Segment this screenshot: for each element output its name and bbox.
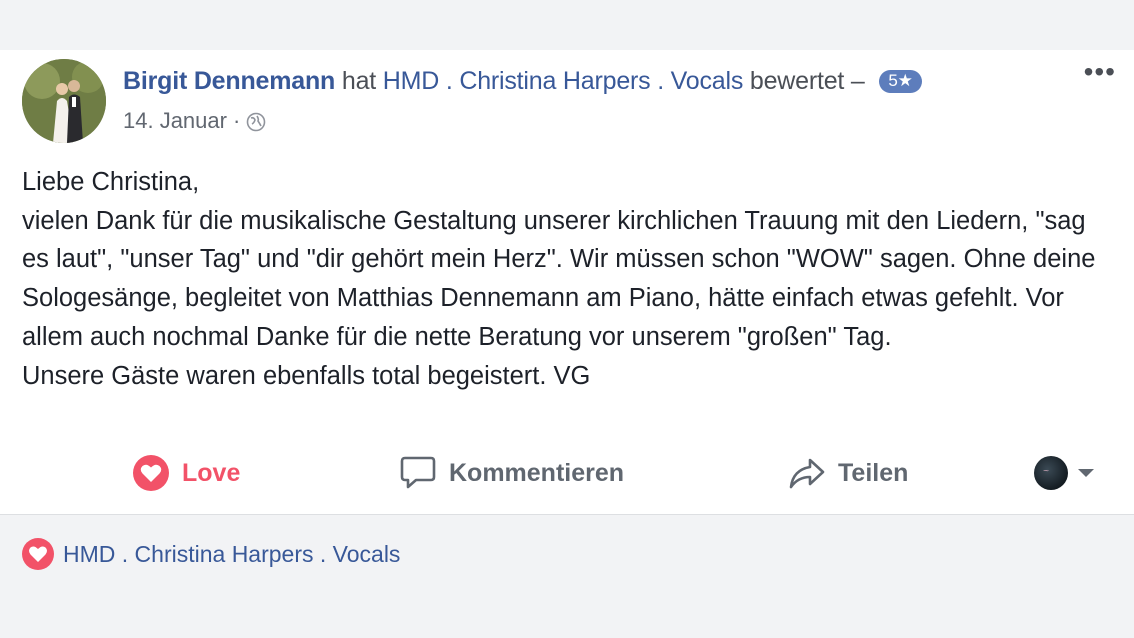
wedding-photo-icon (22, 59, 106, 143)
heart-icon (133, 455, 169, 491)
body-paragraph: vielen Dank für die musikalische Gestalt… (22, 206, 1096, 351)
reactions-summary: HMD . Christina Harpers . Vocals (22, 538, 400, 570)
comment-button[interactable]: Kommentieren (399, 447, 624, 499)
love-button[interactable]: Love (132, 447, 240, 499)
author-name-link[interactable]: Birgit Dennemann (123, 67, 335, 95)
more-options-icon[interactable]: ••• (1084, 58, 1116, 86)
action-bar: Love Kommentieren Teilen ~ (0, 447, 1134, 499)
comment-label: Kommentieren (449, 458, 625, 487)
review-post-card: Birgit Dennemann hat HMD . Christina Har… (0, 50, 1134, 515)
comment-bubble-icon (400, 456, 436, 489)
top-background (0, 0, 1134, 50)
share-button[interactable]: Teilen (788, 447, 908, 499)
post-meta: 14. Januar · (123, 107, 266, 135)
post-as-selector[interactable]: ~ (1034, 456, 1094, 490)
share-label: Teilen (838, 458, 909, 487)
body-closing: Unsere Gäste waren ebenfalls total begei… (22, 361, 591, 390)
page-name-link[interactable]: HMD . Christina Harpers . Vocals (383, 67, 744, 95)
author-avatar[interactable] (22, 59, 106, 143)
post-header: Birgit Dennemann hat HMD . Christina Har… (123, 64, 922, 98)
chevron-down-icon (1078, 469, 1094, 477)
globe-icon[interactable] (246, 111, 266, 132)
post-date-link[interactable]: 14. Januar (123, 107, 227, 135)
share-arrow-icon (789, 458, 825, 489)
meta-separator: · (232, 108, 241, 133)
heart-reaction-icon[interactable] (22, 538, 54, 570)
love-label: Love (182, 458, 241, 487)
body-greeting: Liebe Christina, (22, 168, 200, 196)
reaction-by-link[interactable]: HMD . Christina Harpers . Vocals (63, 539, 400, 569)
post-body: Liebe Christina, vielen Dank für die mus… (22, 163, 1112, 395)
connector-text: hat (341, 67, 377, 95)
rating-badge[interactable]: 5★ (879, 70, 922, 93)
action-text: bewertet – (749, 67, 865, 95)
viewer-avatar: ~ (1034, 456, 1068, 490)
